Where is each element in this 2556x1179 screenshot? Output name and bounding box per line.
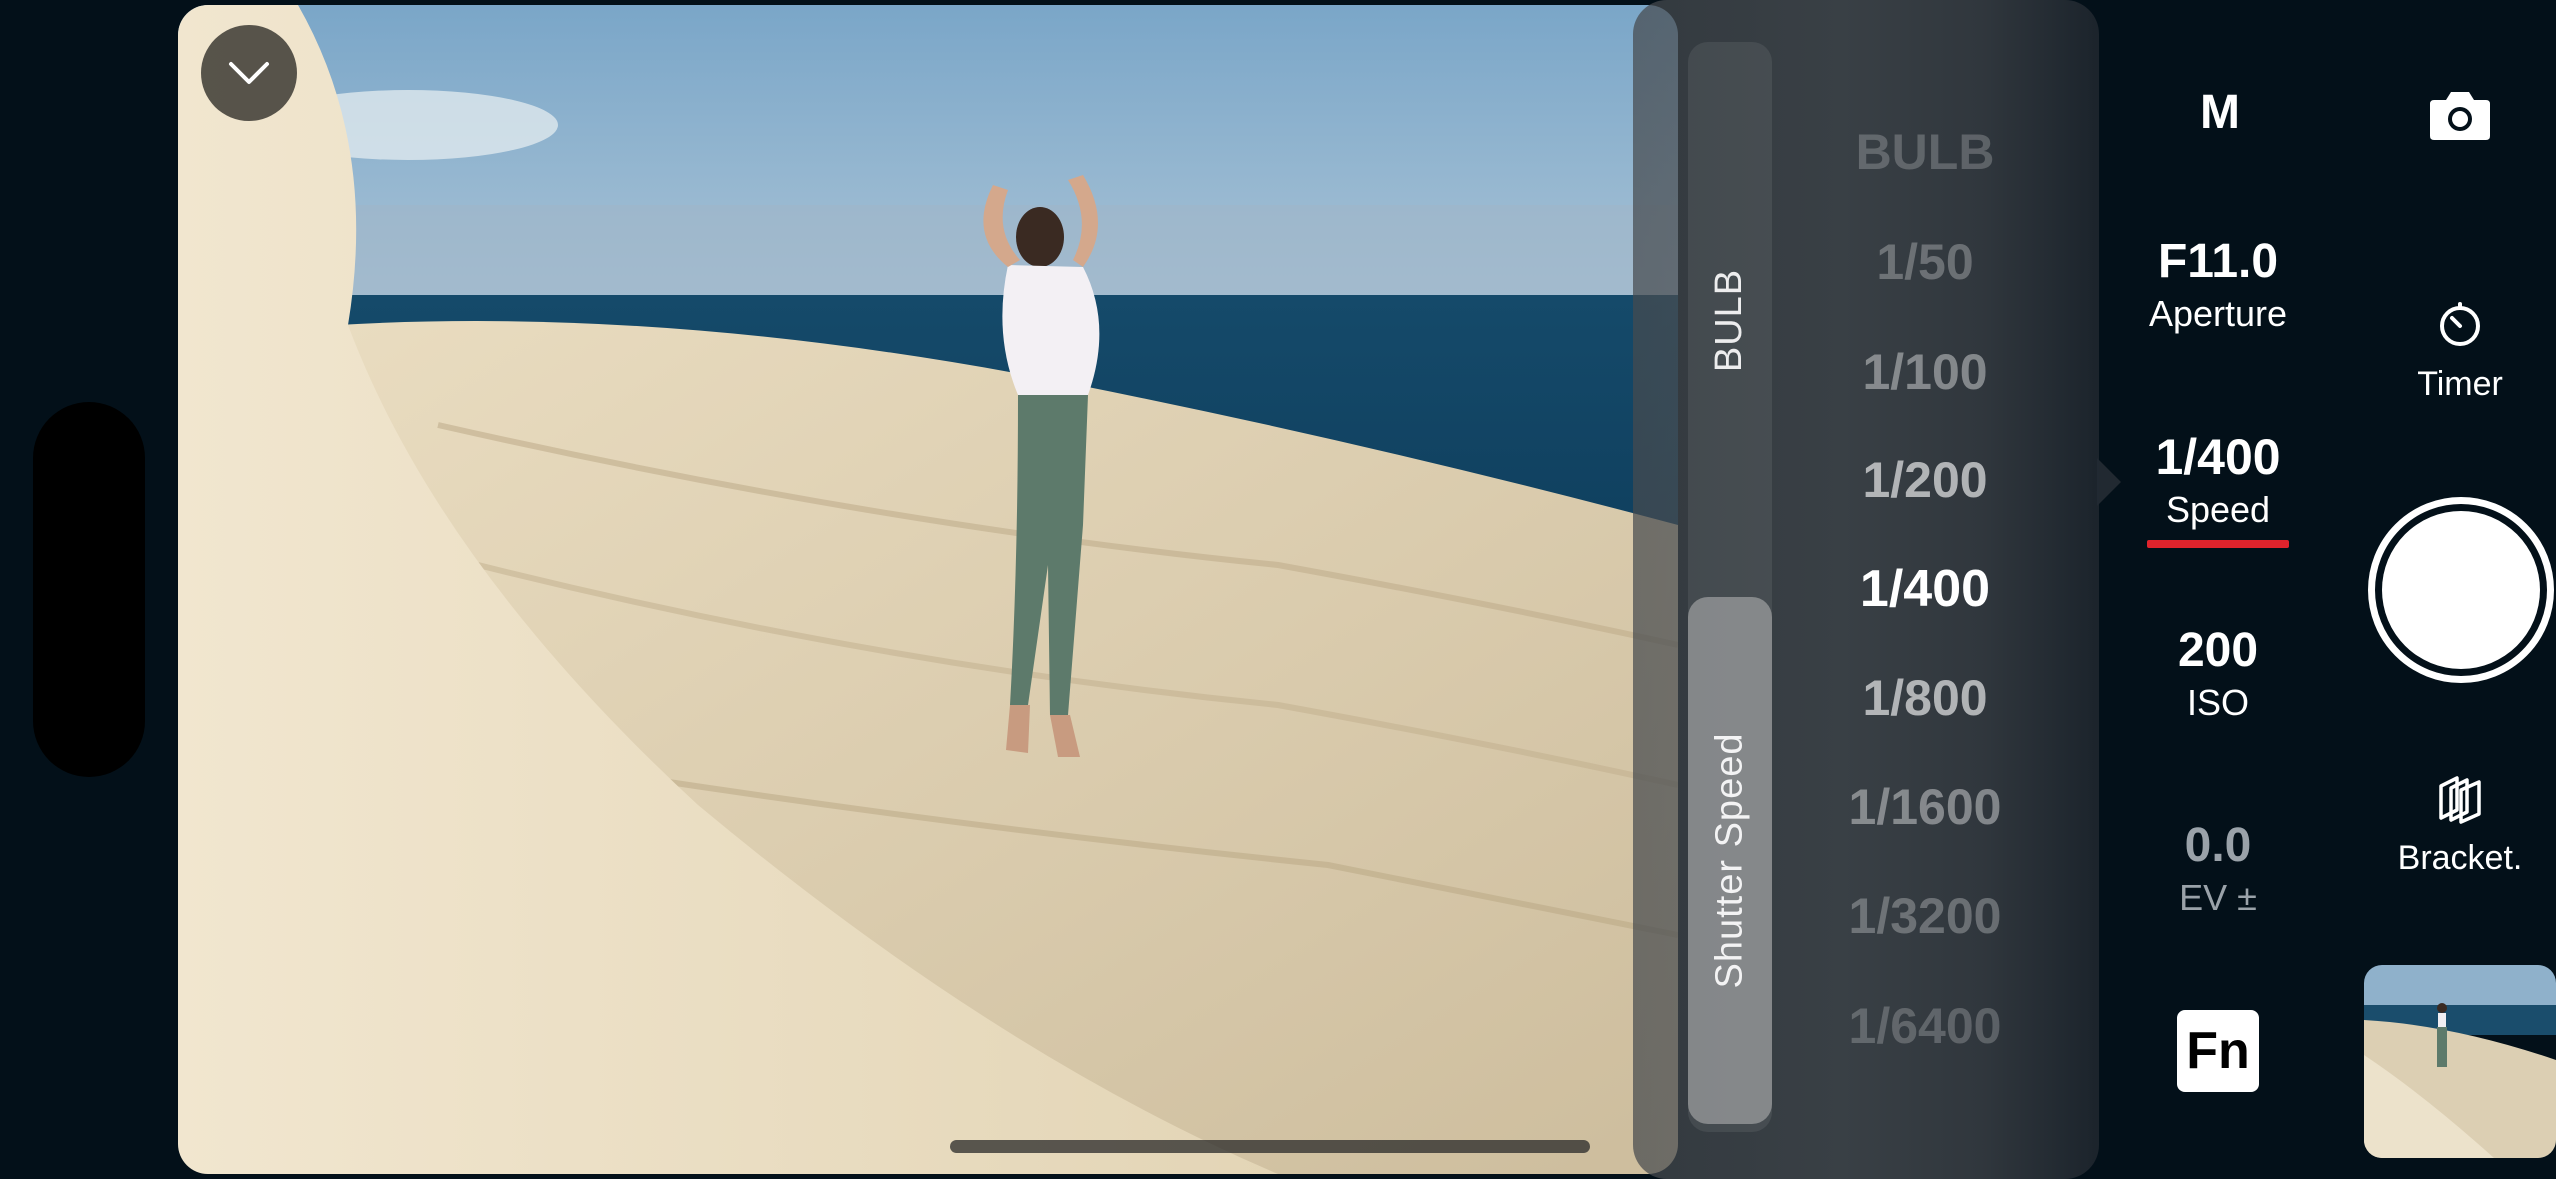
speed-option[interactable]: 1/3200	[1790, 876, 2060, 956]
thumbnail-image	[2364, 965, 2556, 1158]
ev-value: 0.0	[2184, 819, 2252, 872]
speed-option[interactable]: BULB	[1790, 112, 2060, 192]
shutter-button-inner	[2382, 511, 2540, 669]
iso-value: 200	[2177, 624, 2259, 677]
iso-control[interactable]: 200 ISO	[2120, 627, 2316, 721]
bracket-icon	[2439, 776, 2481, 824]
speed-option[interactable]: 1/50	[1790, 222, 2060, 302]
dynamic-island	[33, 402, 145, 777]
speed-option[interactable]: 1/200	[1790, 440, 2060, 520]
timer-icon	[2440, 302, 2480, 346]
viewfinder[interactable]	[178, 5, 1678, 1174]
timer-label: Timer	[2417, 365, 2503, 403]
speed-control[interactable]: 1/400 Speed	[2120, 432, 2316, 528]
ev-label: EV ±	[2179, 877, 2257, 918]
shutter-button[interactable]	[2368, 497, 2554, 683]
shutter-speed-mode-label: Shutter Speed	[1708, 732, 1751, 989]
speed-option[interactable]: 1/1600	[1790, 767, 2060, 847]
switch-camera-button[interactable]	[2428, 88, 2492, 147]
ev-control[interactable]: 0.0 EV ±	[2120, 822, 2316, 916]
speed-selected-indicator	[2147, 540, 2289, 548]
home-indicator	[950, 1140, 1590, 1153]
aperture-control[interactable]: F11.0 Aperture	[2120, 238, 2316, 332]
speed-option[interactable]: 1/6400	[1790, 986, 2060, 1066]
picker-pointer	[2097, 458, 2121, 506]
speed-list[interactable]: BULB 1/50 1/100 1/200 1/400 1/800 1/1600…	[1790, 0, 2060, 1179]
camera-icon	[2430, 92, 2490, 140]
last-photo-thumbnail[interactable]	[2364, 965, 2556, 1158]
bracket-button[interactable]: Bracket.	[2380, 772, 2540, 878]
speed-label: Speed	[2165, 489, 2271, 530]
speed-option-selected[interactable]: 1/400	[1790, 549, 2060, 629]
iso-label: ISO	[2186, 682, 2249, 723]
chevron-down-icon	[229, 62, 269, 84]
bracket-label: Bracket.	[2397, 839, 2523, 877]
collapse-button[interactable]	[201, 25, 297, 121]
viewfinder-preview	[178, 5, 1678, 1174]
speed-value: 1/400	[2155, 429, 2281, 485]
speed-option[interactable]: 1/800	[1790, 658, 2060, 738]
fn-button[interactable]: Fn	[2177, 1010, 2259, 1092]
bulb-mode-label: BULB	[1708, 268, 1751, 372]
aperture-label: Aperture	[2148, 293, 2288, 334]
bulb-mode-tab[interactable]: BULB	[1688, 130, 1772, 510]
shutter-speed-mode-tab[interactable]: Shutter Speed	[1688, 597, 1772, 1124]
timer-button[interactable]: Timer	[2400, 300, 2520, 404]
aperture-value: F11.0	[2157, 235, 2279, 288]
speed-option[interactable]: 1/100	[1790, 332, 2060, 412]
camera-app: BULB Shutter Speed BULB 1/50 1/100 1/200…	[0, 0, 2556, 1179]
exposure-mode-button[interactable]: M	[2160, 85, 2280, 140]
